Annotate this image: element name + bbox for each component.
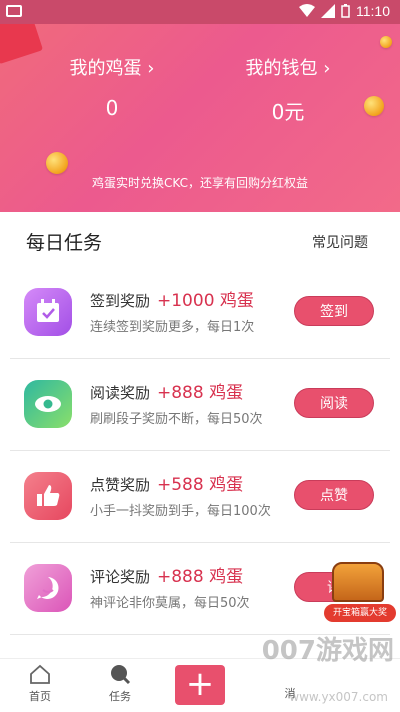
nav-home[interactable]: 首页 <box>10 663 70 704</box>
task-reward: +588 鸡蛋 <box>157 475 244 495</box>
battery-icon <box>341 4 350 18</box>
daily-tasks-header: 每日任务 常见问题 <box>0 212 400 270</box>
task-reward: +1000 鸡蛋 <box>157 291 254 311</box>
home-icon <box>30 664 50 684</box>
wallet-banner: 我的鸡蛋 › 0 我的钱包 › 0元 鸡蛋实时兑换CKC，还享有回购分红权益 <box>0 24 400 212</box>
task-like: 点赞奖励 +588 鸡蛋 小手一抖奖励到手，每日100次 点赞 <box>10 450 390 543</box>
watermark-url: www.yx007.com <box>289 690 388 704</box>
my-eggs-label[interactable]: 我的鸡蛋 › <box>12 54 212 80</box>
treasure-chest-icon <box>332 562 384 602</box>
task-description: 刷刷段子奖励不断，每日50次 <box>90 412 263 427</box>
task-description: 神评论非你莫属，每日50次 <box>90 596 250 611</box>
my-eggs-value: 0 <box>105 96 119 120</box>
publish-button[interactable]: + <box>175 665 225 705</box>
watermark: 007游戏网 <box>261 636 394 666</box>
checkin-button[interactable]: 签到 <box>294 296 374 326</box>
task-description: 连续签到奖励更多，每日1次 <box>90 320 255 335</box>
wifi-icon <box>299 4 315 17</box>
comment-icon <box>24 564 72 612</box>
nav-tasks-label: 任务 <box>109 690 131 703</box>
clock: 11:10 <box>356 3 390 19</box>
nav-home-label: 首页 <box>29 690 51 703</box>
calendar-icon <box>24 288 72 336</box>
section-title: 每日任务 <box>26 232 103 254</box>
like-button[interactable]: 点赞 <box>294 480 374 510</box>
task-checkin: 签到奖励 +1000 鸡蛋 连续签到奖励更多，每日1次 签到 <box>10 266 390 359</box>
task-description: 小手一抖奖励到手，每日100次 <box>90 504 271 519</box>
eye-icon <box>24 380 72 428</box>
task-name: 点赞奖励 <box>90 476 151 494</box>
task-name: 阅读奖励 <box>90 384 151 402</box>
signal-icon <box>321 4 335 18</box>
coin-decoration <box>380 36 392 48</box>
my-wallet-label[interactable]: 我的钱包 › <box>188 54 388 80</box>
treasure-chest-widget[interactable]: 开宝箱赢大奖 <box>322 560 398 628</box>
read-button[interactable]: 阅读 <box>294 388 374 418</box>
my-wallet-panel[interactable]: 我的钱包 › 0元 <box>188 54 388 125</box>
nav-tasks[interactable]: 任务 <box>90 663 150 704</box>
treasure-label: 开宝箱赢大奖 <box>324 604 396 622</box>
task-name: 评论奖励 <box>90 568 151 586</box>
my-wallet-value: 0元 <box>271 100 305 124</box>
my-eggs-panel[interactable]: 我的鸡蛋 › 0 <box>12 54 212 120</box>
status-bar: 11:10 <box>0 0 400 24</box>
task-reward: +888 鸡蛋 <box>157 383 244 403</box>
task-name: 签到奖励 <box>90 292 151 310</box>
task-reading: 阅读奖励 +888 鸡蛋 刷刷段子奖励不断，每日50次 阅读 <box>10 358 390 451</box>
task-reward: +888 鸡蛋 <box>157 567 244 587</box>
coin-decoration <box>46 152 68 174</box>
faq-link[interactable]: 常见问题 <box>312 232 368 252</box>
banner-subtitle: 鸡蛋实时兑换CKC，还享有回购分红权益 <box>92 176 308 190</box>
thumbs-up-icon <box>24 472 72 520</box>
gallery-icon <box>6 5 22 17</box>
tasks-icon <box>111 665 131 685</box>
